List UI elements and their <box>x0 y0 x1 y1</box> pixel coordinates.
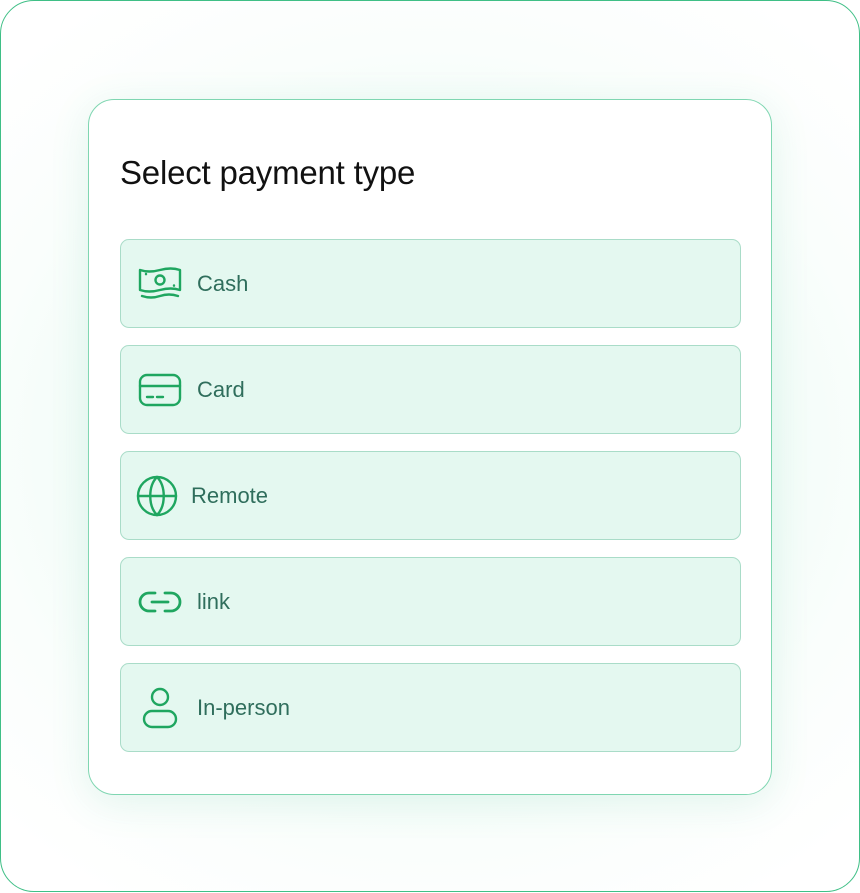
person-icon <box>137 685 183 731</box>
option-label: link <box>197 588 231 614</box>
option-link[interactable]: link <box>120 557 741 646</box>
link-icon <box>137 579 183 625</box>
cash-icon <box>137 261 183 307</box>
option-label: Cash <box>197 270 249 296</box>
option-card[interactable]: Card <box>120 345 741 434</box>
option-cash[interactable]: Cash <box>120 239 741 328</box>
globe-icon <box>134 473 180 519</box>
option-remote[interactable]: Remote <box>120 451 741 540</box>
option-in-person[interactable]: In-person <box>120 663 741 752</box>
payment-type-panel: Select payment type Cash Card Remote lin… <box>88 99 772 795</box>
page-title: Select payment type <box>120 154 416 191</box>
outer-frame: Select payment type Cash Card Remote lin… <box>0 0 860 892</box>
option-label: In-person <box>197 694 290 720</box>
card-icon <box>137 367 183 413</box>
option-label: Remote <box>191 482 269 508</box>
option-label: Card <box>197 376 245 402</box>
